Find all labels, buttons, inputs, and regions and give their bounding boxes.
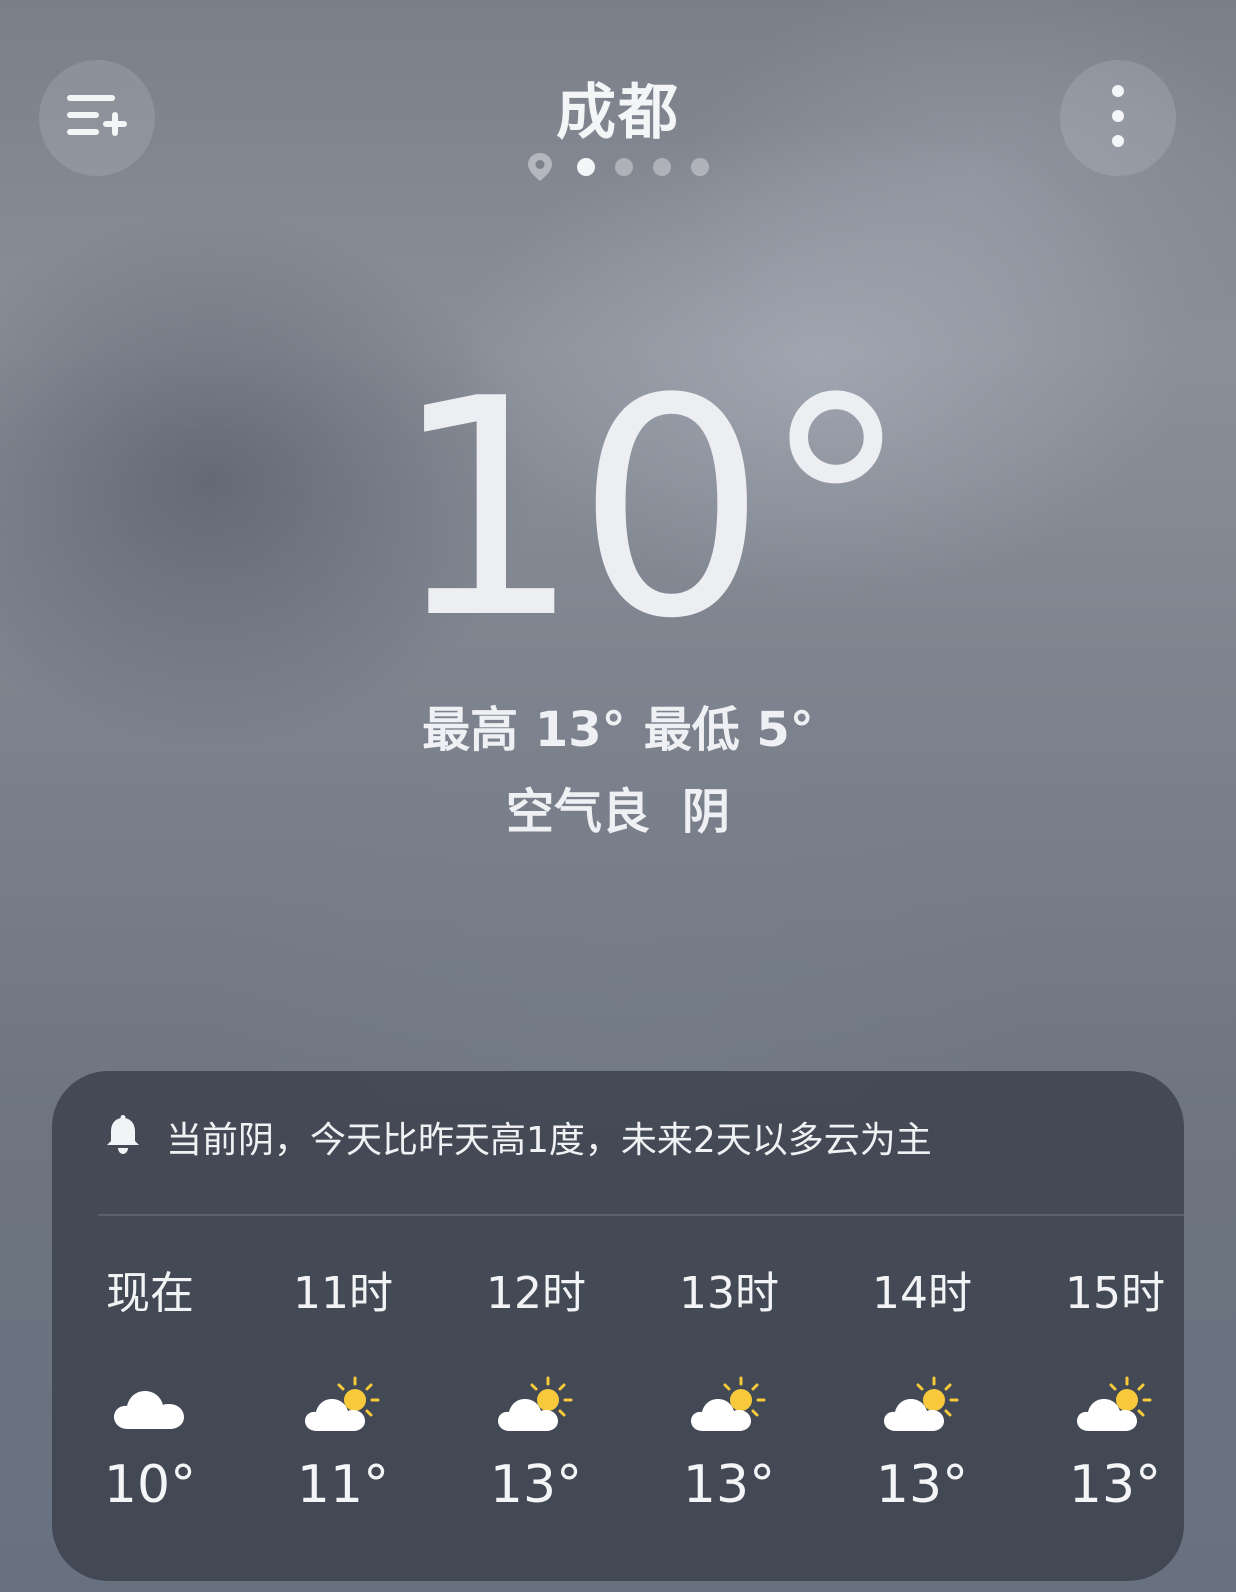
hour-label: 13时 <box>679 1268 779 1319</box>
hour-label: 14时 <box>872 1268 972 1319</box>
location-pin-icon <box>527 152 553 182</box>
page-dot[interactable] <box>653 158 671 176</box>
hourly-forecast-list[interactable]: 现在 10° 11时 11° 12时 13° 13时 13° 14时 13° 1… <box>52 1241 1184 1571</box>
air-quality-condition: 空气良阴 <box>0 772 1236 842</box>
page-dot[interactable] <box>691 158 709 176</box>
cloudy-icon <box>52 1375 248 1435</box>
condition-label: 阴 <box>682 784 731 840</box>
air-quality-label[interactable]: 空气良 <box>506 784 650 840</box>
hourly-forecast-card[interactable]: 当前阴，今天比昨天高1度，未来2天以多云为主 现在 10° 11时 11° 12… <box>52 1071 1184 1581</box>
partly-cloudy-icon <box>245 1375 441 1435</box>
alert-text: 当前阴，今天比昨天高1度，未来2天以多云为主 <box>166 1120 932 1161</box>
partly-cloudy-icon <box>824 1375 1020 1435</box>
page-dot[interactable] <box>615 158 633 176</box>
high-low-temperature: 最高 13° 最低 5° <box>0 690 1236 760</box>
low-temperature: 最低 5° <box>643 702 814 758</box>
hour-item[interactable]: 13时 13° <box>631 1241 827 1571</box>
hour-label: 11时 <box>293 1268 393 1319</box>
city-title: 成都 <box>556 78 680 148</box>
partly-cloudy-icon <box>1017 1375 1184 1435</box>
hour-item[interactable]: 11时 11° <box>245 1241 441 1571</box>
hour-temp: 13° <box>1068 1455 1162 1515</box>
hour-temp: 13° <box>875 1455 969 1515</box>
more-options-button[interactable] <box>1060 60 1176 176</box>
current-temperature: 10° <box>391 335 911 684</box>
partly-cloudy-icon <box>631 1375 827 1435</box>
partly-cloudy-icon <box>438 1375 634 1435</box>
high-temperature: 最高 13° <box>422 702 626 758</box>
bell-icon <box>102 1114 144 1160</box>
hour-temp: 11° <box>296 1455 390 1515</box>
more-vertical-icon <box>1108 81 1128 155</box>
hour-item[interactable]: 现在 10° <box>52 1241 248 1571</box>
hour-label: 15时 <box>1065 1268 1165 1319</box>
page-dot-active[interactable] <box>577 158 595 176</box>
hour-item[interactable]: 12时 13° <box>438 1241 634 1571</box>
divider <box>98 1214 1184 1216</box>
hour-item[interactable]: 15时 13° <box>1017 1241 1184 1571</box>
hour-temp: 13° <box>489 1455 583 1515</box>
page-indicator[interactable] <box>0 152 1236 182</box>
hour-temp: 10° <box>103 1455 197 1515</box>
hour-item[interactable]: 14时 13° <box>824 1241 1020 1571</box>
hour-temp: 13° <box>682 1455 776 1515</box>
weather-alert[interactable]: 当前阴，今天比昨天高1度，未来2天以多云为主 <box>102 1111 932 1163</box>
hour-label: 12时 <box>486 1268 586 1319</box>
hour-label: 现在 <box>106 1268 194 1319</box>
